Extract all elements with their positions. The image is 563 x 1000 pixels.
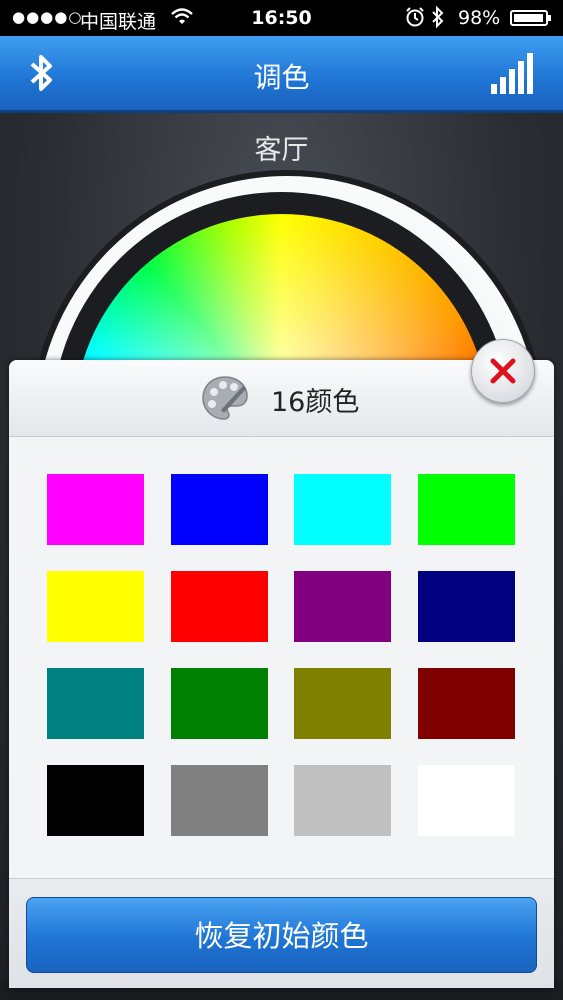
palette-icon xyxy=(199,372,251,424)
color-swatch[interactable] xyxy=(418,571,515,642)
color-swatch[interactable] xyxy=(294,474,391,545)
battery-percent: 98% xyxy=(458,7,501,29)
color-swatch[interactable] xyxy=(294,668,391,739)
color-swatch[interactable] xyxy=(294,571,391,642)
app-header: 调色 xyxy=(0,36,563,113)
page-title: 调色 xyxy=(253,61,310,94)
color-swatch[interactable] xyxy=(418,668,515,739)
color-swatch[interactable] xyxy=(47,765,144,836)
dialog-footer: 恢复初始颜色 xyxy=(9,878,554,988)
alarm-icon xyxy=(405,6,425,33)
color-swatch[interactable] xyxy=(47,668,144,739)
color-swatch[interactable] xyxy=(47,571,144,642)
status-bar: ●●●●○ 中国联通 16:50 98% xyxy=(0,0,563,36)
color-swatch[interactable] xyxy=(171,571,268,642)
close-icon xyxy=(490,358,516,384)
color-swatch[interactable] xyxy=(418,474,515,545)
color-picker-dialog: 16颜色 恢复初始颜色 xyxy=(9,360,554,988)
dialog-title: 16颜色 xyxy=(271,387,360,418)
signal-bars-icon[interactable] xyxy=(491,50,535,96)
color-swatch[interactable] xyxy=(294,765,391,836)
color-swatch[interactable] xyxy=(171,668,268,739)
color-swatch[interactable] xyxy=(171,474,268,545)
close-button[interactable] xyxy=(471,339,535,403)
color-swatch[interactable] xyxy=(47,474,144,545)
reset-color-button[interactable]: 恢复初始颜色 xyxy=(26,897,537,973)
room-name: 客厅 xyxy=(254,135,309,166)
bluetooth-status-icon xyxy=(430,5,446,34)
color-swatch[interactable] xyxy=(418,765,515,836)
battery-icon xyxy=(510,10,551,26)
color-swatch[interactable] xyxy=(171,765,268,836)
